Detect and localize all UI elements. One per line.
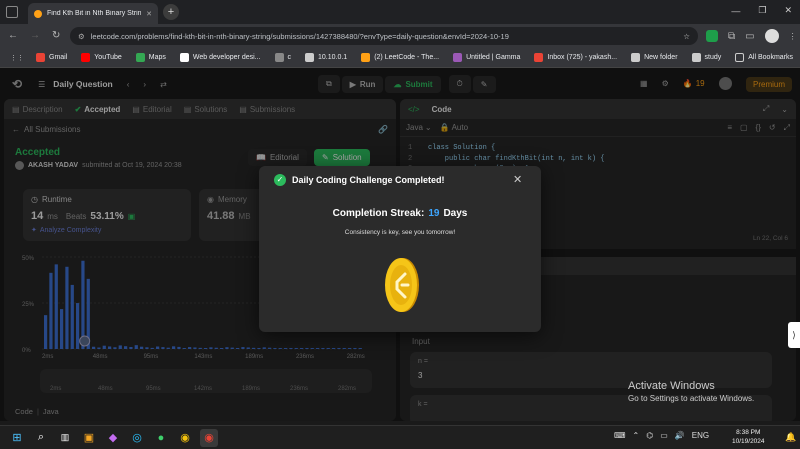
extension-icon[interactable]: [706, 30, 718, 42]
folder-icon: [735, 53, 745, 62]
task-view-icon[interactable]: ▥: [56, 429, 74, 447]
leetcode-favicon: [34, 9, 42, 18]
new-tab-button[interactable]: +: [163, 4, 179, 20]
bookmark-favicon-icon: [274, 53, 284, 62]
browser-tab-bar: Find Kth Bit in Nth Binary String ✕ + — …: [0, 0, 800, 24]
keyboard-icon[interactable]: ⌨: [614, 431, 626, 440]
bookmark-item[interactable]: Maps: [135, 53, 166, 62]
tray-chevron-icon[interactable]: ⌃: [633, 431, 640, 440]
bookmark-item[interactable]: (2) LeetCode - The...: [361, 53, 439, 62]
bookmark-favicon-icon: [534, 53, 544, 62]
windows-taskbar: ⊞ ⌕ ▥ ▣ ◆ ◎ ● ◉ ◉ ⌨ ⌃ ⌬ ▭ 🔊 ENG 8:38 PM …: [0, 425, 800, 449]
side-widget-tab[interactable]: ⟩: [788, 322, 800, 348]
bookmark-item[interactable]: YouTube: [81, 53, 122, 62]
daily-challenge-modal: ✓ Daily Coding Challenge Completed! ✕ Co…: [259, 166, 541, 332]
bookmark-item[interactable]: study: [691, 53, 721, 62]
edge-icon[interactable]: ◎: [128, 429, 146, 447]
volume-icon[interactable]: 🔊: [675, 431, 685, 440]
minimize-icon[interactable]: —: [731, 6, 740, 16]
close-tab-icon[interactable]: ✕: [146, 10, 152, 18]
modal-title: Daily Coding Challenge Completed!: [292, 175, 445, 185]
bookmark-item[interactable]: Untitled | Gamma: [453, 53, 520, 62]
url-text: leetcode.com/problems/find-kth-bit-in-nt…: [90, 31, 509, 41]
bookmark-favicon-icon: [453, 53, 463, 62]
chrome-active-icon[interactable]: ◉: [200, 428, 218, 447]
leetcode-coin-icon: [385, 258, 419, 312]
bookmark-item[interactable]: c: [274, 53, 291, 62]
bookmark-star-icon[interactable]: ☆: [683, 32, 690, 41]
bookmark-favicon-icon: [36, 53, 45, 62]
bookmark-item[interactable]: Web developer desi...: [179, 53, 261, 62]
battery-icon[interactable]: ▭: [660, 431, 668, 440]
profile-avatar[interactable]: [764, 29, 779, 43]
bookmark-favicon-icon: [305, 53, 314, 62]
bookmark-item[interactable]: Gmail: [36, 53, 67, 62]
menu-icon[interactable]: ⋮: [789, 32, 797, 41]
reload-icon[interactable]: ↻: [52, 30, 60, 41]
extensions-puzzle-icon[interactable]: ⧉: [728, 31, 735, 42]
bookmark-favicon-icon: [691, 53, 701, 62]
streak-number: 19: [428, 208, 440, 219]
bookmarks-bar: ⋮⋮ Gmail YouTube Maps Web developer desi...…: [0, 48, 800, 68]
bookmark-favicon-icon: [135, 53, 145, 62]
bookmark-item[interactable]: Inbox (725) - yakash...: [534, 53, 617, 62]
windows-start-icon[interactable]: ⊞: [8, 429, 26, 447]
sidebar-icon[interactable]: ▭: [745, 31, 754, 42]
language-indicator[interactable]: ENG: [692, 431, 709, 440]
copilot-icon[interactable]: ◆: [104, 429, 122, 447]
address-bar-row: ← → ↻ ⚙ leetcode.com/problems/find-kth-b…: [0, 24, 800, 48]
notification-bell-icon[interactable]: 🔔: [785, 432, 796, 443]
maximize-icon[interactable]: ❐: [758, 5, 766, 16]
browser-tab[interactable]: Find Kth Bit in Nth Binary String ✕: [28, 3, 158, 24]
network-icon[interactable]: ⌬: [646, 431, 653, 440]
back-icon[interactable]: ←: [8, 30, 18, 41]
tab-title: Find Kth Bit in Nth Binary String: [47, 10, 142, 17]
streak-label: Completion Streak:: [332, 208, 425, 219]
streak-unit: Days: [443, 208, 468, 219]
bookmark-favicon-icon: [179, 53, 189, 62]
apps-icon[interactable]: ⋮⋮: [10, 54, 24, 62]
all-bookmarks[interactable]: All Bookmarks: [735, 53, 793, 62]
bookmark-favicon-icon: [81, 53, 91, 62]
widgets-icon[interactable]: ▣: [80, 429, 98, 447]
modal-subtitle: Consistency is key, see you tomorrow!: [344, 229, 456, 236]
bookmark-favicon-icon: [631, 53, 641, 62]
bookmark-item[interactable]: 10.10.0.1: [305, 53, 347, 62]
chrome-icon[interactable]: ◉: [176, 429, 194, 447]
tab-search-icon[interactable]: [6, 6, 18, 18]
app-icon[interactable]: ●: [152, 429, 170, 447]
close-window-icon[interactable]: ✕: [784, 5, 792, 16]
forward-icon[interactable]: →: [30, 30, 40, 41]
search-icon[interactable]: ⌕: [32, 429, 50, 447]
url-bar[interactable]: ⚙ leetcode.com/problems/find-kth-bit-in-…: [70, 27, 698, 45]
bookmark-item[interactable]: New folder: [631, 53, 678, 62]
activate-windows-watermark: Activate Windows Go to Settings to activ…: [628, 380, 755, 403]
site-info-icon[interactable]: ⚙: [78, 32, 85, 41]
bookmark-favicon-icon: [361, 53, 371, 62]
check-circle-icon: ✓: [274, 174, 286, 186]
clock[interactable]: 8:38 PM 10/19/2024: [732, 428, 765, 446]
close-modal-icon[interactable]: ✕: [513, 173, 522, 186]
